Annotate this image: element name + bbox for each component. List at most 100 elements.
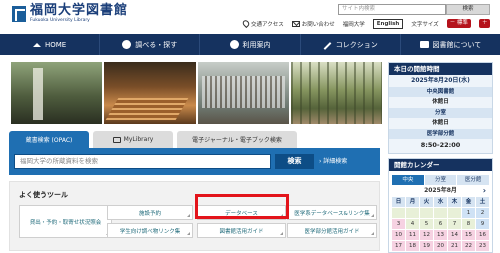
opac-search-input[interactable]: 福岡大学の所蔵資料を検索 — [14, 154, 271, 169]
calendar-day: 16 — [476, 230, 489, 240]
contact-link[interactable]: お問い合わせ — [291, 20, 335, 28]
hero-photo-stairs — [104, 62, 196, 124]
calendar-day: 18 — [406, 241, 419, 251]
calendar-day: 1 — [462, 208, 475, 218]
tool-medical-branch-guide[interactable]: 医学部分館活用ガイド — [287, 223, 377, 238]
calendar-tab-central[interactable]: 中央 — [392, 175, 424, 185]
advanced-search-link[interactable]: › 詳細検索 — [319, 154, 347, 169]
hours-value-medical: 8:50-22:00 — [420, 141, 461, 149]
calendar-day: 20 — [434, 241, 447, 251]
hours-value-central: 休館日 — [432, 99, 449, 105]
calendar-grid: 日 月 火 水 木 金 土 1 2 3 4 5 6 7 8 9 10 11 12… — [392, 197, 489, 251]
utility-links: 交通アクセス お問い合わせ 福岡大学 English 文字サイズ － 標準 ＋ — [241, 18, 491, 29]
calendar-day: 21 — [448, 241, 461, 251]
tool-library-guide[interactable]: 図書館活用ガイド — [197, 223, 286, 238]
calendar-panel: 開館カレンダー 中央 分室 医分館 2025年8月 › 日 月 火 水 木 金 … — [388, 158, 493, 253]
weekday-fri: 金 — [462, 197, 475, 207]
calendar-day: 19 — [420, 241, 433, 251]
hours-name-annex: 分室 — [389, 108, 492, 118]
nav-guide[interactable]: 利用案内 — [200, 34, 301, 55]
calendar-day — [420, 208, 433, 218]
logo-title: 福岡大学図書館 — [30, 3, 129, 18]
pencil-icon — [323, 42, 332, 50]
calendar-day: 6 — [434, 219, 447, 229]
weekday-tue: 火 — [420, 197, 433, 207]
calendar-day: 8 — [462, 219, 475, 229]
hero-banner — [11, 62, 382, 124]
calendar-day: 23 — [476, 241, 489, 251]
weekday-sat: 土 — [476, 197, 489, 207]
university-link[interactable]: 福岡大学 — [343, 20, 365, 28]
calendar-day: 22 — [462, 241, 475, 251]
library-logo[interactable]: 福岡大学図書館 Fukuoka University Library — [12, 4, 128, 24]
weekday-sun: 日 — [392, 197, 405, 207]
tab-mylibrary[interactable]: MyLibrary — [93, 131, 173, 148]
font-size-minus-button[interactable]: － 標準 — [446, 19, 471, 28]
calendar-day: 12 — [420, 230, 433, 240]
info-icon — [229, 40, 239, 49]
highlight-box — [195, 194, 289, 219]
hours-name-medical: 医学部分館 — [389, 129, 492, 139]
weekday-thu: 木 — [448, 197, 461, 207]
calendar-day: 13 — [434, 230, 447, 240]
font-size-plus-button[interactable]: ＋ — [478, 19, 491, 28]
opening-hours-panel: 本日の開館時間 2025年8月20日(水) 中央図書館 休館日 分室 休館日 医… — [388, 62, 493, 154]
main-nav: HOME 調べる・探す 利用案内 コレクション 図書館について — [0, 34, 500, 55]
hours-title: 本日の開館時間 — [389, 63, 492, 75]
calendar-day: 10 — [392, 230, 405, 240]
calendar-day — [406, 208, 419, 218]
tab-opac[interactable]: 蔵書検索 (OPAC) — [9, 131, 89, 148]
tool-loan-status[interactable]: 貸出・予約・取寄せ状況照会 — [19, 205, 112, 238]
logo-mark-icon — [12, 6, 26, 22]
calendar-tab-medical[interactable]: 医分館 — [457, 175, 490, 185]
tools-title: よく使うツール — [19, 191, 68, 199]
calendar-day: 9 — [476, 219, 489, 229]
tag-icon — [112, 136, 121, 143]
weekday-wed: 水 — [434, 197, 447, 207]
calendar-day: 11 — [406, 230, 419, 240]
calendar-day: 2 — [476, 208, 489, 218]
tab-ejournal[interactable]: 電子ジャーナル・電子ブック検索 — [177, 131, 297, 148]
hours-date: 2025年8月20日(水) — [411, 77, 470, 84]
nav-about[interactable]: 図書館について — [401, 34, 500, 55]
site-search-input[interactable]: サイト内検索 — [338, 4, 446, 15]
calendar-tab-annex[interactable]: 分室 — [424, 175, 457, 185]
weekday-mon: 月 — [406, 197, 419, 207]
search-icon — [122, 40, 132, 49]
tool-student-links[interactable]: 学生向け調べ物リンク集 — [107, 223, 193, 238]
site-search-button[interactable]: 検索 — [446, 4, 490, 15]
calendar-day: 17 — [392, 241, 405, 251]
hero-photo-shelves — [197, 62, 289, 124]
calendar-day — [448, 208, 461, 218]
hours-value-annex: 休館日 — [432, 120, 449, 126]
nav-collection[interactable]: コレクション — [301, 34, 401, 55]
opac-search-area: 福岡大学の所蔵資料を検索 検索 › 詳細検索 — [9, 148, 380, 175]
nav-research[interactable]: 調べる・探す — [100, 34, 201, 55]
site-header: 福岡大学図書館 Fukuoka University Library サイト内検… — [0, 0, 500, 34]
calendar-day: 7 — [448, 219, 461, 229]
logo-subtitle: Fukuoka University Library — [30, 18, 90, 23]
access-link[interactable]: 交通アクセス — [241, 18, 284, 29]
hours-name-central: 中央図書館 — [389, 87, 492, 97]
calendar-title: 開館カレンダー — [389, 159, 492, 171]
font-size-label: 文字サイズ — [411, 21, 439, 28]
mail-icon — [291, 20, 300, 27]
opac-search-button[interactable]: 検索 — [275, 154, 314, 169]
tool-facility-reservation[interactable]: 施設予約 — [107, 205, 193, 220]
english-button[interactable]: English — [372, 18, 404, 29]
calendar-day: 5 — [420, 219, 433, 229]
calendar-day: 3 — [392, 219, 405, 229]
nav-home[interactable]: HOME — [0, 34, 101, 55]
book-icon — [419, 41, 429, 48]
next-month-icon[interactable]: › — [483, 185, 486, 197]
calendar-day: 14 — [448, 230, 461, 240]
search-tabs: 蔵書検索 (OPAC) MyLibrary 電子ジャーナル・電子ブック検索 — [9, 131, 380, 148]
hero-photo-exterior — [11, 62, 103, 124]
calendar-day — [392, 208, 405, 218]
map-pin-icon — [241, 18, 251, 29]
calendar-day: 4 — [406, 219, 419, 229]
tool-medical-database[interactable]: 医学系データベース&リンク集 — [287, 205, 377, 220]
calendar-day: 15 — [462, 230, 475, 240]
calendar-month: 2025年8月 › — [424, 185, 486, 197]
calendar-day — [434, 208, 447, 218]
